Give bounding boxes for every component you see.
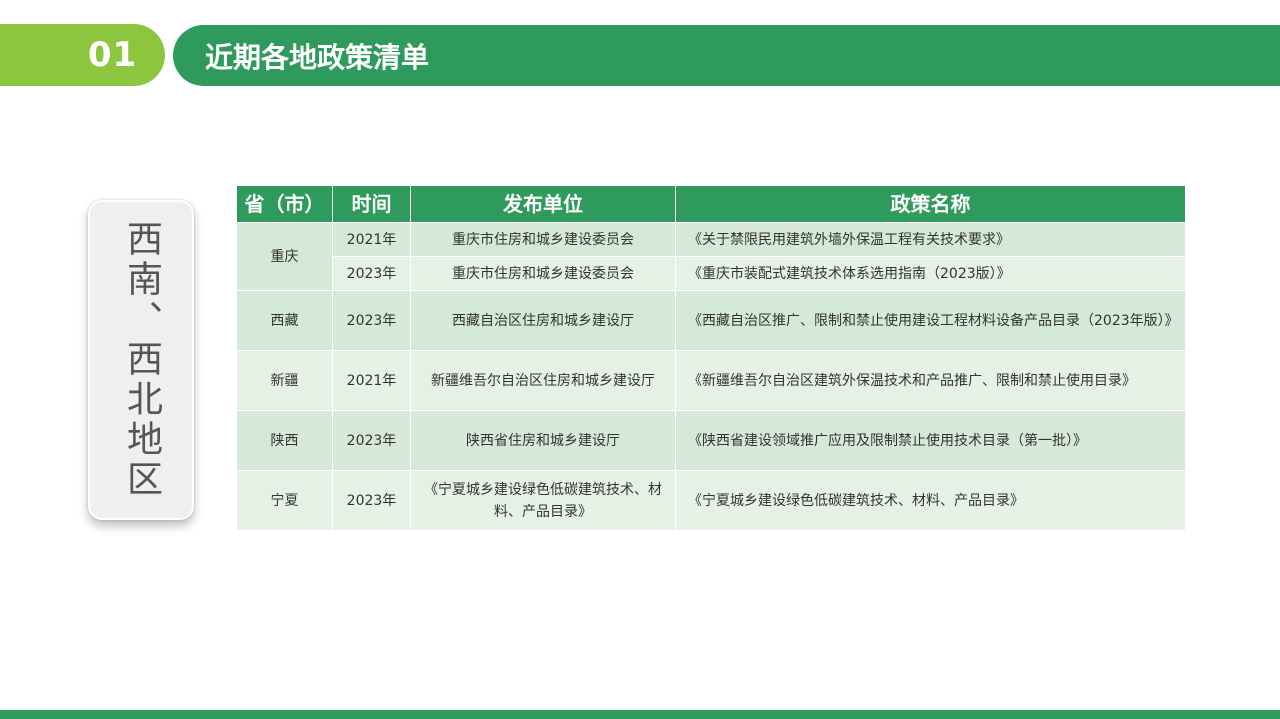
issuer-cell: 重庆市住房和城乡建设委员会 — [410, 256, 676, 291]
column-header-issuer: 发布单位 — [410, 185, 676, 223]
year-cell: 2021年 — [332, 350, 411, 411]
table-row: 2023年 重庆市住房和城乡建设委员会 《重庆市装配式建筑技术体系选用指南（20… — [237, 256, 1186, 291]
bottom-bar — [0, 710, 1280, 719]
column-header-time: 时间 — [332, 185, 411, 223]
year-cell: 2023年 — [332, 290, 411, 351]
table-row: 宁夏 2023年 《宁夏城乡建设绿色低碳建筑技术、材料、产品目录》 《宁夏城乡建… — [236, 470, 1186, 531]
page-title: 近期各地政策清单 — [205, 40, 430, 74]
policy-cell: 《关于禁限民用建筑外墙外保温工程有关技术要求》 — [675, 222, 1186, 257]
policy-table: 省（市） 时间 发布单位 政策名称 重庆 2021年 重庆市住房和城乡建设委员会… — [236, 185, 1186, 531]
year-cell: 2021年 — [332, 222, 411, 257]
province-cell: 宁夏 — [236, 470, 333, 531]
policy-cell: 《宁夏城乡建设绿色低碳建筑技术、材料、产品目录》 — [675, 470, 1186, 531]
policy-cell: 《陕西省建设领域推广应用及限制禁止使用技术目录（第一批）》 — [675, 410, 1186, 471]
section-number: 01 — [87, 35, 138, 75]
issuer-cell: 西藏自治区住房和城乡建设厅 — [410, 290, 676, 351]
table-row: 西藏 2023年 西藏自治区住房和城乡建设厅 《西藏自治区推广、限制和禁止使用建… — [236, 290, 1186, 351]
table-header-row: 省（市） 时间 发布单位 政策名称 — [236, 185, 1186, 223]
column-header-policy: 政策名称 — [675, 185, 1186, 223]
region-label: 西南、西北地区 — [121, 220, 162, 500]
issuer-cell: 《宁夏城乡建设绿色低碳建筑技术、材料、产品目录》 — [410, 470, 676, 531]
column-header-province: 省（市） — [236, 185, 333, 223]
year-cell: 2023年 — [332, 256, 411, 291]
issuer-cell: 重庆市住房和城乡建设委员会 — [410, 222, 676, 257]
policy-cell: 《重庆市装配式建筑技术体系选用指南（2023版）》 — [675, 256, 1186, 291]
year-cell: 2023年 — [332, 470, 411, 531]
table-row: 陕西 2023年 陕西省住房和城乡建设厅 《陕西省建设领域推广应用及限制禁止使用… — [236, 410, 1186, 471]
province-cell: 新疆 — [236, 350, 333, 411]
policy-cell: 《新疆维吾尔自治区建筑外保温技术和产品推广、限制和禁止使用目录》 — [675, 350, 1186, 411]
province-cell: 西藏 — [236, 290, 333, 351]
issuer-cell: 陕西省住房和城乡建设厅 — [410, 410, 676, 471]
issuer-cell: 新疆维吾尔自治区住房和城乡建设厅 — [410, 350, 676, 411]
table-row: 新疆 2021年 新疆维吾尔自治区住房和城乡建设厅 《新疆维吾尔自治区建筑外保温… — [236, 350, 1186, 411]
province-cell: 重庆 — [236, 222, 333, 291]
section-number-badge: 01 — [0, 24, 165, 86]
section-title-band: 近期各地政策清单 — [173, 25, 1280, 86]
province-cell: 陕西 — [236, 410, 333, 471]
policy-cell: 《西藏自治区推广、限制和禁止使用建设工程材料设备产品目录（2023年版）》 — [675, 290, 1186, 351]
table-row: 重庆 2021年 重庆市住房和城乡建设委员会 《关于禁限民用建筑外墙外保温工程有… — [236, 222, 1186, 291]
region-card: 西南、西北地区 — [88, 200, 194, 520]
year-cell: 2023年 — [332, 410, 411, 471]
